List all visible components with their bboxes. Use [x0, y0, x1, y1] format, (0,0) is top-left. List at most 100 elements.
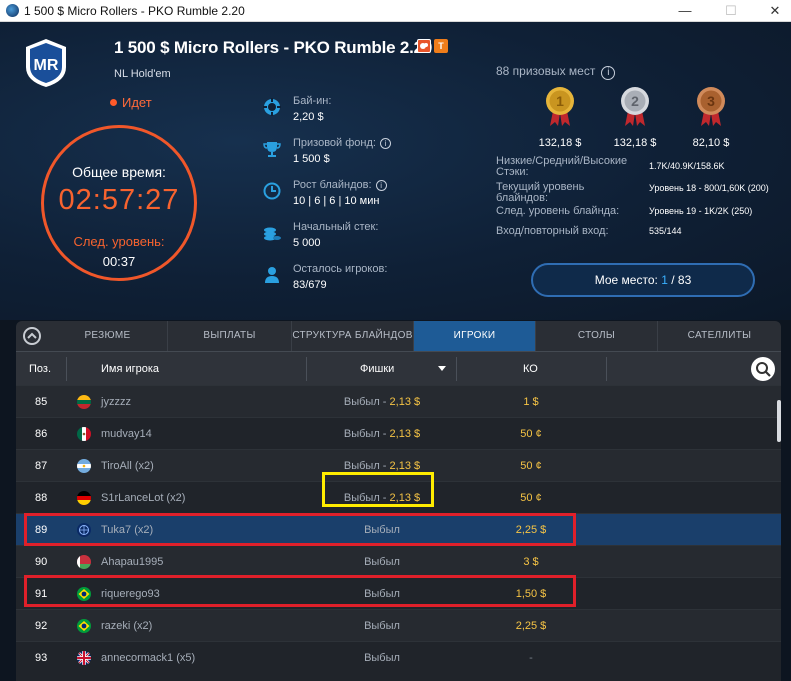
bounty-badge-icon	[417, 39, 431, 53]
next-level-label: След. уровень:	[73, 234, 165, 249]
buyin-label: Бай-ин:	[293, 95, 332, 107]
tournament-header: MR 1 500 $ Micro Rollers - PKO Rumble 2.…	[0, 22, 791, 320]
medal-rank-2: 2	[631, 93, 639, 109]
flag-uk-icon	[77, 651, 91, 665]
close-button[interactable]: ✕	[760, 2, 790, 20]
row-player-name: TiroAll (x2)	[101, 460, 154, 472]
silver-medal-icon: 2	[621, 87, 649, 126]
elapsed-time-clock: Общее время: 02:57:27 След. уровень: 00:…	[41, 125, 197, 281]
app-icon	[6, 4, 19, 17]
table-row[interactable]: 93 annecormack1 (x5) Выбыл -	[16, 641, 781, 673]
tab-tables[interactable]: СТОЛЫ	[536, 321, 658, 351]
chip-stack-icon	[264, 227, 281, 241]
startstack-label: Начальный стек:	[293, 221, 379, 233]
flag-lithuania-icon	[77, 395, 91, 409]
flag-brazil-icon	[77, 619, 91, 633]
stacks-value: 1.7K/40.9K/158.6K	[649, 161, 725, 171]
current-level-label: Текущий уровень блайндов:	[496, 181, 585, 204]
collapse-icon[interactable]	[23, 327, 41, 345]
highlight-box-red	[24, 513, 576, 546]
row-ko: 2,25 $	[515, 620, 547, 632]
tab-satellites[interactable]: САТЕЛЛИТЫ	[658, 321, 781, 351]
my-place-button[interactable]: Мое место: 1 / 83	[531, 263, 755, 297]
prizepool-info-icon[interactable]: i	[379, 138, 391, 149]
player-icon	[265, 267, 279, 283]
tab-players[interactable]: ИГРОКИ	[414, 321, 536, 351]
my-place-rank: 1	[661, 273, 668, 287]
next-blind-value: Уровень 19 - 1K/2K (250)	[649, 206, 753, 216]
current-level-value: Уровень 18 - 800/1,60K (200)	[649, 183, 769, 193]
blinds-value: 10 | 6 | 6 | 10 мин	[293, 195, 380, 207]
column-position[interactable]: Поз.	[29, 352, 51, 386]
row-position: 90	[35, 556, 48, 568]
prize-places-header: 88 призовых мест i	[496, 64, 616, 80]
row-position: 85	[35, 396, 48, 408]
turbo-badge: T	[434, 39, 448, 53]
flag-argentina-icon	[77, 459, 91, 473]
players-table-header: Поз. Имя игрока Фишки КО	[16, 351, 781, 385]
row-position: 88	[35, 492, 48, 504]
row-position: 86	[35, 428, 48, 440]
prize-1-amount: 132,18 $	[538, 137, 582, 149]
medal-rank-3: 3	[707, 93, 715, 109]
tab-payouts[interactable]: ВЫПЛАТЫ	[168, 321, 292, 351]
tab-blind-structure[interactable]: СТРУКТУРА БЛАЙНДОВ	[292, 321, 414, 351]
row-chips: Выбыл	[364, 556, 400, 568]
column-chips[interactable]: Фишки	[360, 352, 394, 386]
minimize-button[interactable]: —	[670, 2, 700, 20]
row-player-name: mudvay14	[101, 428, 152, 440]
row-chips: Выбыл	[364, 620, 400, 632]
players-left-value: 83/679	[293, 279, 327, 291]
blinds-label: Рост блайндов: i	[293, 179, 387, 191]
search-button[interactable]	[751, 357, 775, 381]
prize-3-amount: 82,10 $	[692, 137, 730, 149]
column-player-name[interactable]: Имя игрока	[101, 352, 159, 386]
game-type: NL Hold'em	[114, 68, 171, 80]
column-divider	[306, 357, 307, 381]
table-row[interactable]: 85 jyzzzz Выбыл - 2,13 $ 1 $	[16, 385, 781, 417]
row-position: 92	[35, 620, 48, 632]
row-player-name: S1rLanceLot (x2)	[101, 492, 186, 504]
table-scrollbar[interactable]	[777, 400, 781, 442]
prize-2-amount: 132,18 $	[613, 137, 657, 149]
highlight-box-red	[24, 575, 576, 607]
entries-value: 535/144	[649, 226, 682, 236]
flag-mexico-icon	[77, 427, 91, 441]
flag-belarus-icon	[77, 555, 91, 569]
table-row[interactable]: 90 Ahapau1995 Выбыл 3 $	[16, 545, 781, 577]
column-divider	[606, 357, 607, 381]
column-ko[interactable]: КО	[523, 352, 538, 386]
search-icon	[756, 362, 771, 377]
medal-rank-1: 1	[556, 93, 564, 109]
blinds-info-icon[interactable]: i	[375, 180, 387, 191]
row-player-name: Ahapau1995	[101, 556, 164, 568]
next-level-countdown: 00:37	[102, 254, 136, 269]
trophy-icon	[263, 142, 281, 157]
my-place-total: 83	[677, 273, 692, 287]
startstack-value: 5 000	[293, 237, 321, 249]
row-position: 93	[35, 652, 48, 664]
window-titlebar: 1 500 $ Micro Rollers - PKO Rumble 2.20 …	[0, 0, 791, 22]
elapsed-time-label: Общее время:	[72, 164, 166, 180]
row-ko: 50 ¢	[520, 428, 542, 440]
table-row[interactable]: 92 razeki (x2) Выбыл 2,25 $	[16, 609, 781, 641]
next-blind-label: След. уровень блайнда:	[496, 205, 620, 217]
table-row[interactable]: 86 mudvay14 Выбыл - 2,13 $ 50 ¢	[16, 417, 781, 449]
stacks-label: Низкие/Средний/Высокие Стэки:	[496, 155, 628, 178]
tab-summary[interactable]: РЕЗЮМЕ	[48, 321, 168, 351]
logo-text: MR	[34, 57, 59, 74]
prize-places-info-icon[interactable]: i	[601, 66, 616, 80]
row-ko: 1 $	[523, 396, 539, 408]
elapsed-time-value: 02:57:27	[58, 184, 180, 216]
clock-icon	[263, 182, 281, 200]
column-divider	[456, 357, 457, 381]
maximize-button[interactable]: ☐	[716, 2, 746, 20]
row-chips: Выбыл - 2,13 $	[343, 396, 421, 408]
status-indicator: Идет	[110, 95, 152, 110]
tab-bar: РЕЗЮМЕ ВЫПЛАТЫ СТРУКТУРА БЛАЙНДОВ ИГРОКИ…	[16, 321, 781, 351]
prizepool-value: 1 500 $	[293, 153, 330, 165]
chip-icon	[263, 98, 281, 116]
status-text: Идет	[122, 95, 152, 110]
row-position: 87	[35, 460, 48, 472]
sort-desc-icon[interactable]	[438, 366, 446, 372]
